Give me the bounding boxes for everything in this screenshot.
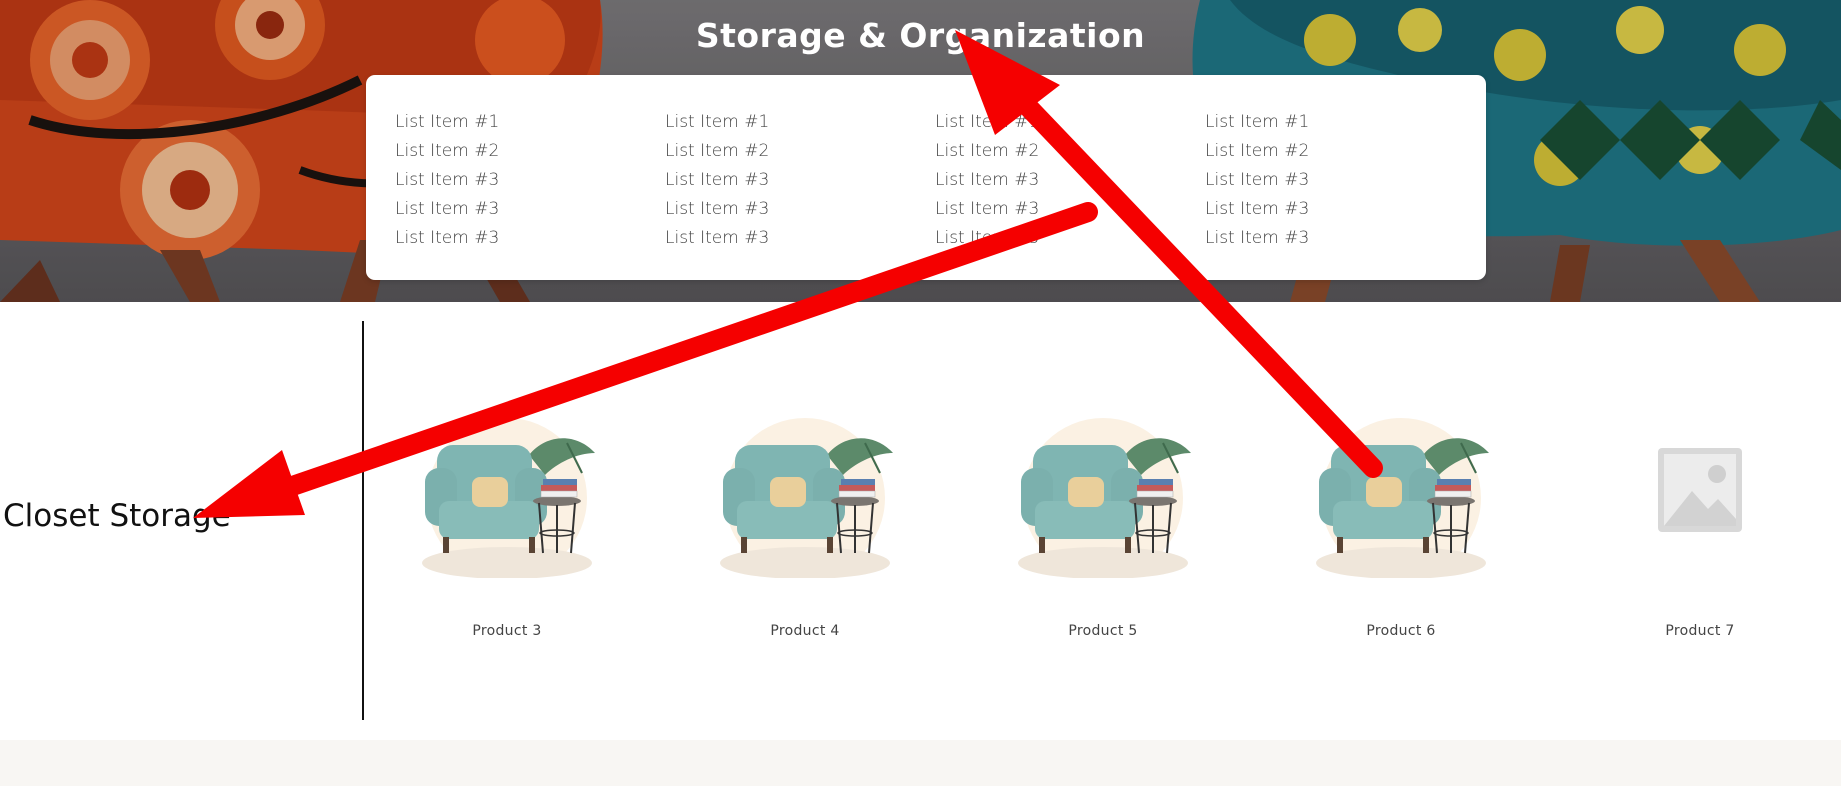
menu-item[interactable]: List Item #3 <box>1205 195 1445 224</box>
menu-item[interactable]: List Item #1 <box>935 108 1175 137</box>
product-name[interactable]: Product 3 <box>387 623 627 639</box>
menu-item[interactable]: List Item #1 <box>395 108 635 137</box>
menu-item[interactable]: List Item #1 <box>1205 108 1445 137</box>
product-card[interactable]: Product 5 <box>983 413 1223 639</box>
menu-item[interactable]: List Item #2 <box>1205 137 1445 166</box>
armchair-image <box>1013 413 1193 579</box>
product-name[interactable]: Product 7 <box>1580 623 1820 639</box>
menu-item[interactable]: List Item #3 <box>665 195 905 224</box>
armchair-image <box>715 413 895 579</box>
menu-column-1: List Item #1 List Item #2 List Item #3 L… <box>395 108 635 253</box>
section-divider <box>362 321 364 720</box>
product-card[interactable]: Product 3 <box>387 413 627 639</box>
menu-item[interactable]: List Item #3 <box>935 224 1175 253</box>
product-card[interactable]: Product 4 <box>685 413 925 639</box>
menu-item[interactable]: List Item #3 <box>665 166 905 195</box>
menu-item[interactable]: List Item #3 <box>395 195 635 224</box>
menu-column-2: List Item #1 List Item #2 List Item #3 L… <box>665 108 905 253</box>
menu-item[interactable]: List Item #2 <box>935 137 1175 166</box>
menu-column-4: List Item #1 List Item #2 List Item #3 L… <box>1205 108 1445 253</box>
product-name[interactable]: Product 5 <box>983 623 1223 639</box>
menu-item[interactable]: List Item #1 <box>665 108 905 137</box>
menu-column-3: List Item #1 List Item #2 List Item #3 L… <box>935 108 1175 253</box>
menu-item[interactable]: List Item #3 <box>665 224 905 253</box>
menu-item[interactable]: List Item #3 <box>1205 224 1445 253</box>
menu-item[interactable]: List Item #2 <box>665 137 905 166</box>
product-name[interactable]: Product 4 <box>685 623 925 639</box>
hero-banner: Storage & Organization List Item #1 List… <box>0 0 1841 302</box>
product-name[interactable]: Product 6 <box>1281 623 1521 639</box>
menu-item[interactable]: List Item #3 <box>395 166 635 195</box>
placeholder-image-icon <box>1610 413 1790 578</box>
product-card[interactable]: Product 7 <box>1580 413 1820 639</box>
armchair-image <box>417 413 597 579</box>
menu-item[interactable]: List Item #3 <box>395 224 635 253</box>
menu-item[interactable]: List Item #2 <box>395 137 635 166</box>
section-title: Closet Storage <box>3 498 231 534</box>
dropdown-menu-card: List Item #1 List Item #2 List Item #3 L… <box>366 75 1486 280</box>
armchair-image <box>1311 413 1491 579</box>
next-section-band <box>0 740 1841 786</box>
menu-item[interactable]: List Item #3 <box>935 195 1175 224</box>
hero-title: Storage & Organization <box>695 16 1146 55</box>
product-card[interactable]: Product 6 <box>1281 413 1521 639</box>
menu-item[interactable]: List Item #3 <box>935 166 1175 195</box>
menu-item[interactable]: List Item #3 <box>1205 166 1445 195</box>
